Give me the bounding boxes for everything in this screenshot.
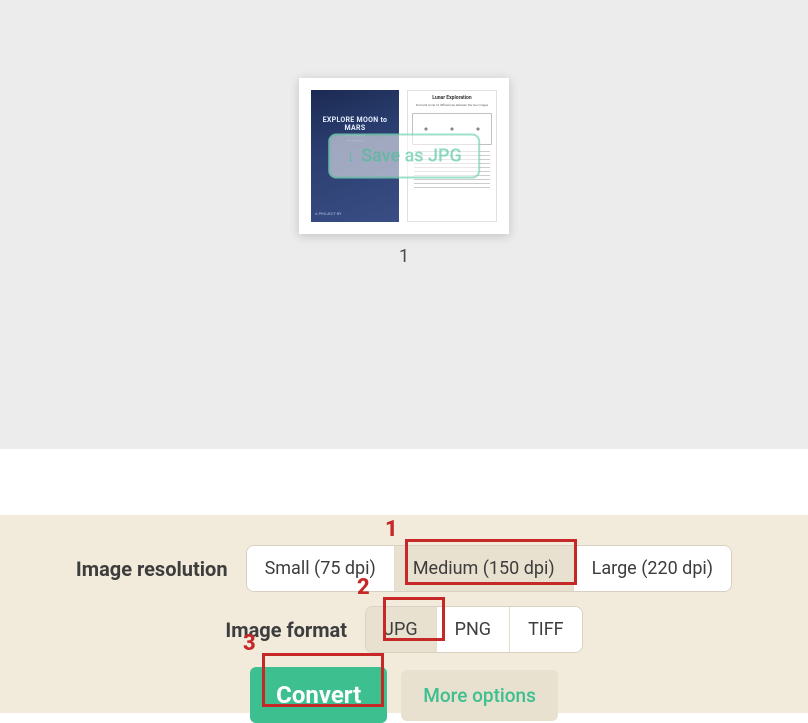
resolution-label: Image resolution	[76, 557, 228, 581]
spacer	[0, 449, 808, 515]
options-panel: Image resolution Small (75 dpi) Medium (…	[0, 515, 808, 713]
preview-area: EXPLORE MOON to MARS • • • • • • • • • •…	[0, 0, 808, 449]
resolution-option-small[interactable]: Small (75 dpi)	[247, 546, 395, 591]
resolution-option-medium[interactable]: Medium (150 dpi)	[395, 546, 574, 591]
format-option-jpg[interactable]: JPG	[366, 607, 437, 652]
format-label: Image format	[225, 618, 347, 642]
page-thumbnail[interactable]: EXPLORE MOON to MARS • • • • • • • • • •…	[299, 78, 509, 234]
thumbnail-right-sub: Find and circle 10 differences between t…	[412, 103, 492, 107]
resolution-option-large[interactable]: Large (220 dpi)	[574, 546, 731, 591]
page-number: 1	[399, 246, 409, 267]
annotation-number-1: 1	[385, 517, 398, 542]
save-as-jpg-label: Save as JPG	[361, 146, 462, 167]
resolution-row: Image resolution Small (75 dpi) Medium (…	[0, 545, 808, 592]
resolution-segmented-control: Small (75 dpi) Medium (150 dpi) Large (2…	[246, 545, 733, 592]
format-segmented-control: JPG PNG TIFF	[365, 606, 583, 653]
format-option-png[interactable]: PNG	[437, 607, 510, 652]
convert-button[interactable]: Convert	[250, 667, 387, 723]
moon-icon	[422, 125, 430, 133]
format-option-tiff[interactable]: TIFF	[510, 607, 582, 652]
thumbnail-right-title: Lunar Exploration	[412, 95, 492, 101]
moon-icon	[474, 125, 482, 133]
save-as-jpg-button[interactable]: ↓ Save as JPG	[328, 134, 480, 179]
action-row: Convert More options	[0, 667, 808, 723]
thumbnail-left-title: EXPLORE MOON to MARS	[315, 116, 395, 132]
download-icon: ↓	[346, 146, 355, 167]
format-row: Image format JPG PNG TIFF	[0, 606, 808, 653]
thumbnail-left-footer: A PROJECT BY	[315, 211, 341, 216]
astronaut-icon	[448, 125, 456, 133]
